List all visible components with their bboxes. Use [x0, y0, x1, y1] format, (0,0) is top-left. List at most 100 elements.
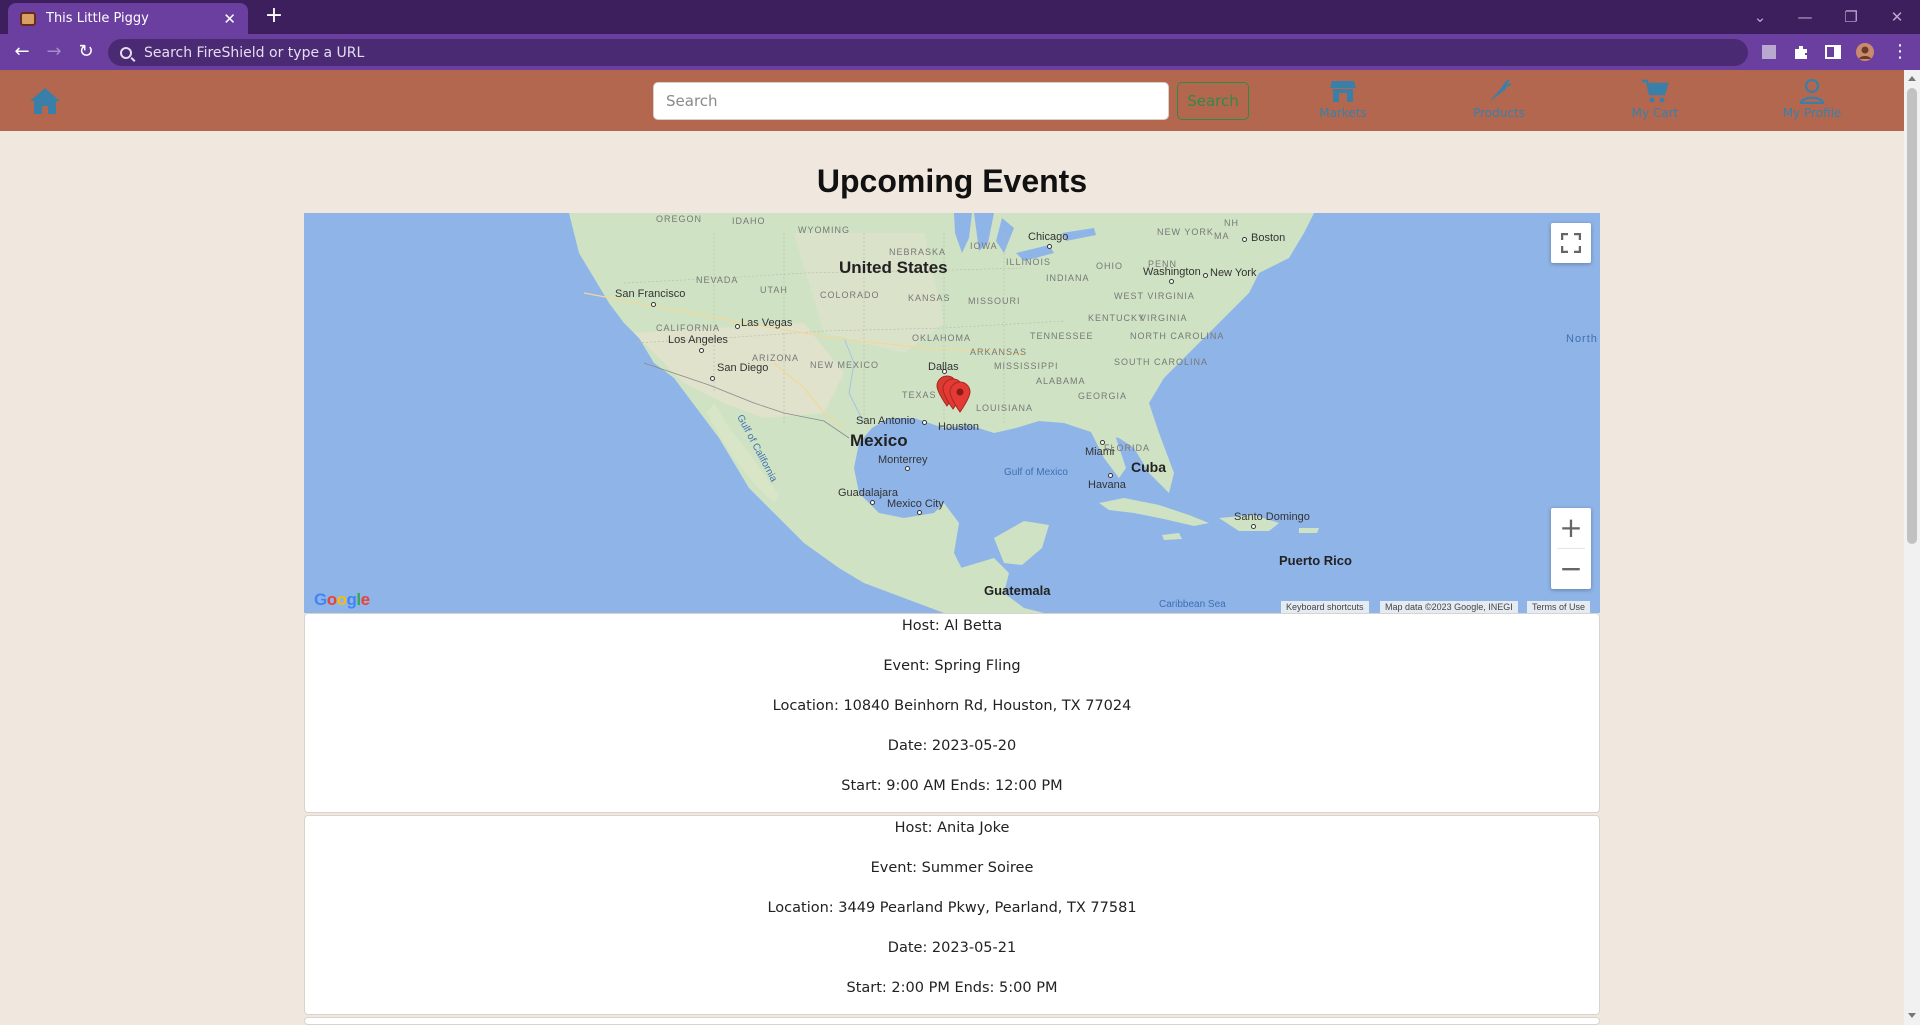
city-dot: [699, 348, 704, 353]
menu-dots-icon[interactable]: ⋮: [1888, 40, 1912, 64]
zoom-out-button[interactable]: −: [1551, 549, 1591, 589]
google-logo[interactable]: Google: [314, 590, 370, 610]
map-label-city: Miami: [1085, 446, 1115, 458]
nav-profile[interactable]: My Profile: [1762, 78, 1862, 124]
reload-icon[interactable]: ↻: [74, 40, 98, 64]
carrot-icon: [1489, 79, 1512, 102]
search-button[interactable]: Search: [1177, 82, 1249, 120]
scroll-thumb[interactable]: [1907, 88, 1917, 544]
city-dot: [905, 466, 910, 471]
page-scrollbar[interactable]: [1904, 70, 1920, 1025]
minimize-icon[interactable]: —: [1790, 5, 1820, 29]
map-label-city: Las Vegas: [741, 317, 793, 329]
nav-cart[interactable]: My Cart: [1605, 78, 1705, 124]
profile-icon: [1799, 78, 1825, 104]
terms-of-use-link[interactable]: Terms of Use: [1527, 601, 1591, 613]
home-icon[interactable]: [28, 86, 62, 116]
map-label-state: VIRGINIA: [1140, 313, 1188, 323]
market-icon: [1330, 81, 1356, 102]
event-date: Date: 2023-05-20: [887, 738, 1017, 754]
back-icon[interactable]: ←: [10, 40, 34, 64]
avatar[interactable]: [1856, 43, 1874, 61]
scroll-down-icon[interactable]: [1908, 1013, 1916, 1018]
page-title: Upcoming Events: [816, 163, 1088, 199]
city-dot: [917, 510, 922, 515]
nav-products-label: Products: [1473, 106, 1525, 120]
map-label-state: TEXAS: [902, 390, 937, 400]
map-label-state: KENTUCKY: [1088, 313, 1146, 323]
fullscreen-button[interactable]: [1551, 223, 1591, 263]
map-data-attribution: Map data ©2023 Google, INEGI: [1380, 601, 1518, 613]
map-label-city: San Diego: [717, 362, 769, 374]
map-label-city: Washington: [1143, 266, 1201, 278]
map-label-state: TENNESSEE: [1030, 331, 1094, 341]
event-host: Host: Al Betta: [901, 618, 1003, 634]
map-label-country: Puerto Rico: [1279, 553, 1352, 568]
map-label-state: CALIFORNIA: [656, 323, 721, 333]
events-map[interactable]: United States Mexico Cuba Guatemala Puer…: [304, 213, 1600, 613]
map-label-city: San Antonio: [856, 415, 916, 427]
map-label-state: GEORGIA: [1078, 391, 1128, 401]
map-label-state: WEST VIRGINIA: [1114, 291, 1195, 301]
city-dot: [651, 302, 656, 307]
map-label-country: Guatemala: [984, 583, 1051, 598]
map-label-state: LOUISIANA: [976, 403, 1034, 413]
address-bar[interactable]: Search FireShield or type a URL: [108, 39, 1748, 66]
map-label-city: Boston: [1251, 232, 1286, 244]
map-label-state: IOWA: [970, 241, 998, 251]
map-label-state: OHIO: [1096, 261, 1124, 271]
map-label-city: Dallas: [928, 361, 959, 373]
map-label-city: Monterrey: [878, 454, 928, 466]
nav-products[interactable]: Products: [1449, 78, 1549, 124]
puzzle-icon[interactable]: [1792, 43, 1810, 61]
event-name: Event: Summer Soiree: [870, 860, 1034, 876]
map-label-state: IDAHO: [732, 216, 766, 226]
browser-tab[interactable]: This Little Piggy ✕: [8, 3, 248, 34]
tab-close-icon[interactable]: ✕: [223, 10, 236, 28]
zoom-controls: + −: [1551, 508, 1591, 589]
map-label-state: OKLAHOMA: [912, 333, 972, 343]
map-label-state: SOUTH CAROLINA: [1114, 357, 1209, 367]
tab-search-icon[interactable]: ⌄: [1745, 5, 1775, 29]
city-dot: [735, 324, 740, 329]
city-dot: [1203, 273, 1208, 278]
map-label-state: NEW MEXICO: [810, 360, 880, 370]
event-host: Host: Anita Joke: [894, 820, 1010, 836]
search-input[interactable]: [653, 82, 1169, 120]
extension-square-icon[interactable]: [1760, 43, 1778, 61]
map-label-water: Caribbean Sea: [1159, 599, 1226, 610]
event-card: Host: Al Betta Event: Spring Fling Locat…: [304, 613, 1600, 813]
map-label-state: NEW YORK: [1157, 227, 1214, 237]
map-label-state: MISSOURI: [968, 296, 1021, 306]
forward-icon[interactable]: →: [42, 40, 66, 64]
map-label-state: NORTH CAROLINA: [1130, 331, 1225, 341]
map-label-country: United States: [839, 258, 948, 277]
browser-tab-bar: This Little Piggy ✕ + ⌄ — ❐ ✕: [0, 0, 1920, 34]
map-label-state: ARKANSAS: [970, 347, 1028, 357]
map-label-state: MISSISSIPPI: [994, 361, 1059, 371]
cart-icon: [1642, 79, 1669, 103]
map-label-city: Chicago: [1028, 231, 1069, 243]
event-time: Start: 9:00 AM Ends: 12:00 PM: [841, 778, 1063, 794]
city-dot: [922, 420, 927, 425]
event-date: Date: 2023-05-21: [887, 940, 1017, 956]
new-tab-icon[interactable]: +: [262, 5, 286, 29]
map-label-city: Houston: [938, 421, 979, 433]
restore-icon[interactable]: ❐: [1836, 5, 1866, 29]
event-pin-marker[interactable]: [949, 381, 971, 413]
map-label-state: ALABAMA: [1036, 376, 1086, 386]
nav-markets[interactable]: Markets: [1293, 78, 1393, 124]
map-label-water: Gulf of Mexico: [1004, 467, 1068, 478]
map-label-water: North Atlantic Ocean: [1566, 333, 1600, 345]
city-dot: [1242, 237, 1247, 242]
nav-markets-label: Markets: [1319, 106, 1367, 120]
keyboard-shortcuts-link[interactable]: Keyboard shortcuts: [1281, 601, 1369, 613]
map-label-country: Mexico: [850, 431, 908, 450]
city-dot: [1100, 440, 1105, 445]
city-dot: [1169, 279, 1174, 284]
map-label-city: Santo Domingo: [1234, 511, 1310, 523]
scroll-up-icon[interactable]: [1908, 76, 1916, 81]
side-panel-icon[interactable]: [1824, 43, 1842, 61]
zoom-in-button[interactable]: +: [1551, 508, 1591, 548]
window-close-icon[interactable]: ✕: [1882, 5, 1912, 29]
